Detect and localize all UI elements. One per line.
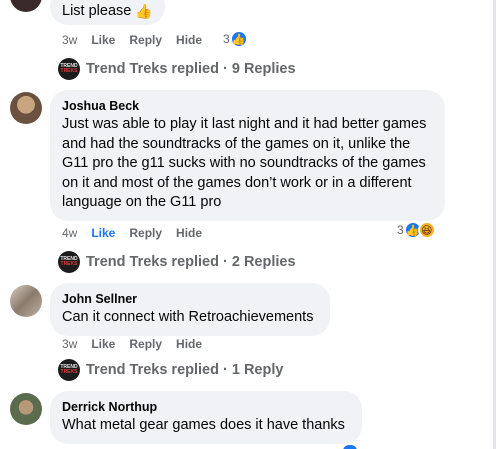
- trend-treks-logo-icon: TREND TREKS: [58, 251, 80, 273]
- like-icon: 👍: [229, 30, 248, 48]
- comment-bubble: List please 👍: [50, 0, 165, 25]
- comment-bubble: Derrick Northup What metal gear games do…: [50, 391, 362, 444]
- reaction-count: 3: [397, 223, 404, 237]
- haha-icon: 😆: [417, 221, 436, 239]
- comment-actions: 3w Like Reply Hide: [62, 33, 202, 47]
- trend-treks-logo-icon: TREND TREKS: [58, 58, 80, 80]
- view-replies-link[interactable]: TREND TREKS Trend Treks replied · 9 Repli…: [58, 58, 296, 80]
- avatar[interactable]: [10, 0, 42, 12]
- comment-bubble: Joshua Beck Just was able to play it las…: [50, 90, 445, 221]
- timestamp-link[interactable]: 4w: [62, 226, 77, 240]
- comment-text: List please: [62, 3, 132, 19]
- comment-author[interactable]: Derrick Northup: [62, 399, 350, 415]
- reply-button[interactable]: Reply: [129, 337, 162, 351]
- like-icon: [343, 445, 357, 449]
- avatar[interactable]: [10, 393, 42, 425]
- hide-button[interactable]: Hide: [176, 226, 202, 240]
- replies-label: Trend Treks replied · 1 Reply: [86, 362, 284, 378]
- reaction-summary[interactable]: 3 👍 😆: [397, 221, 436, 239]
- comment-text: Just was able to play it last night and …: [62, 116, 427, 210]
- comment-text: What metal gear games does it have thank…: [62, 417, 345, 433]
- view-replies-link[interactable]: TREND TREKS Trend Treks replied · 1 Reply: [58, 359, 283, 381]
- hide-button[interactable]: Hide: [176, 337, 202, 351]
- comment-text: Can it connect with Retroachievements: [62, 309, 314, 325]
- thumbs-up-emoji-icon: 👍: [135, 3, 153, 19]
- comment-author[interactable]: Joshua Beck: [62, 98, 433, 114]
- replies-label: Trend Treks replied · 2 Replies: [86, 254, 296, 270]
- avatar[interactable]: [10, 285, 42, 317]
- reply-button[interactable]: Reply: [129, 226, 162, 240]
- like-button[interactable]: Like: [91, 226, 115, 240]
- comment-bubble: John Sellner Can it connect with Retroac…: [50, 283, 330, 336]
- timestamp-link[interactable]: 3w: [62, 337, 77, 351]
- comment-actions: 3w Like Reply Hide: [62, 337, 202, 351]
- trend-treks-logo-icon: TREND TREKS: [58, 359, 80, 381]
- comment-author[interactable]: John Sellner: [62, 291, 318, 307]
- timestamp-link[interactable]: 3w: [62, 33, 77, 47]
- reaction-count: 3: [223, 32, 230, 46]
- like-button[interactable]: Like: [91, 337, 115, 351]
- like-button[interactable]: Like: [91, 33, 115, 47]
- comment-actions: 4w Like Reply Hide: [62, 226, 202, 240]
- avatar[interactable]: [10, 92, 42, 124]
- view-replies-link[interactable]: TREND TREKS Trend Treks replied · 2 Repli…: [58, 251, 296, 273]
- hide-button[interactable]: Hide: [176, 33, 202, 47]
- reaction-summary[interactable]: 3 👍: [223, 30, 248, 48]
- replies-label: Trend Treks replied · 9 Replies: [86, 61, 296, 77]
- reply-button[interactable]: Reply: [129, 33, 162, 47]
